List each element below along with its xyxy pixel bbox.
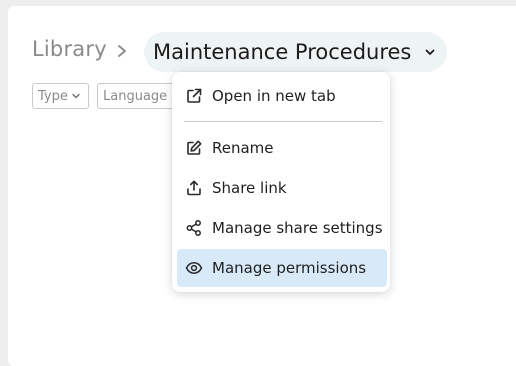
menu-item-rename[interactable]: Rename bbox=[177, 129, 387, 167]
menu-item-label: Share link bbox=[212, 179, 287, 197]
chevron-down-icon bbox=[425, 49, 435, 55]
menu-item-open-new-tab[interactable]: Open in new tab bbox=[177, 77, 387, 115]
breadcrumb-current-label: Maintenance Procedures bbox=[153, 40, 412, 64]
menu-item-label: Open in new tab bbox=[212, 87, 336, 105]
breadcrumb-separator-icon bbox=[118, 45, 126, 57]
type-filter-select[interactable]: Type bbox=[32, 83, 89, 109]
menu-item-label: Rename bbox=[212, 139, 274, 157]
menu-item-share-link[interactable]: Share link bbox=[177, 169, 387, 207]
edit-icon bbox=[185, 139, 203, 157]
breadcrumb-root[interactable]: Library bbox=[32, 37, 107, 61]
chevron-down-icon bbox=[72, 93, 80, 99]
share-upload-icon bbox=[185, 179, 203, 197]
share-nodes-icon bbox=[185, 219, 203, 237]
language-filter-select[interactable]: Language bbox=[97, 83, 177, 109]
language-filter-label: Language bbox=[103, 88, 168, 104]
type-filter-label: Type bbox=[38, 88, 68, 104]
eye-icon bbox=[185, 259, 203, 277]
menu-item-manage-share-settings[interactable]: Manage share settings bbox=[177, 209, 387, 247]
menu-divider bbox=[184, 121, 382, 122]
external-link-icon bbox=[185, 87, 203, 105]
menu-item-label: Manage share settings bbox=[212, 219, 383, 237]
menu-item-manage-permissions[interactable]: Manage permissions bbox=[177, 249, 387, 287]
menu-item-label: Manage permissions bbox=[212, 259, 367, 277]
context-menu: Open in new tab Rename Share link Manage… bbox=[172, 72, 390, 292]
breadcrumb-current-dropdown[interactable]: Maintenance Procedures bbox=[144, 32, 448, 72]
